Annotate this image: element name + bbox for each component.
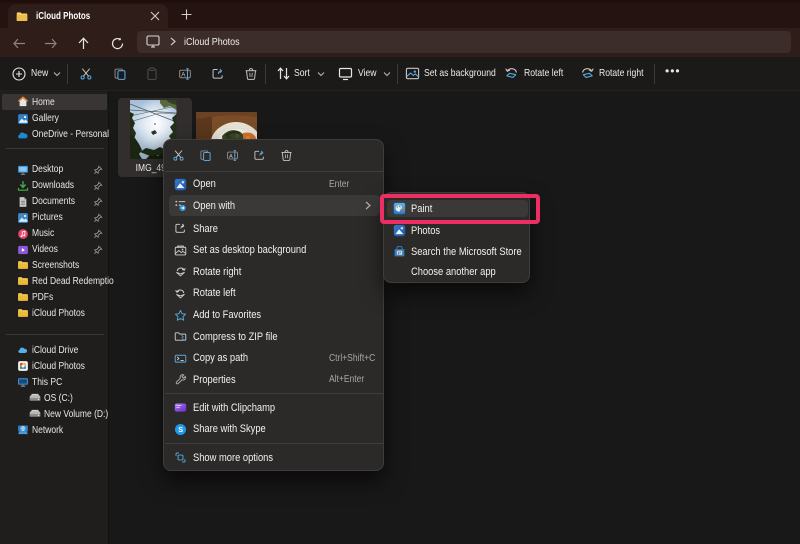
svg-text:A: A xyxy=(229,154,233,160)
svg-text:S: S xyxy=(178,425,183,434)
